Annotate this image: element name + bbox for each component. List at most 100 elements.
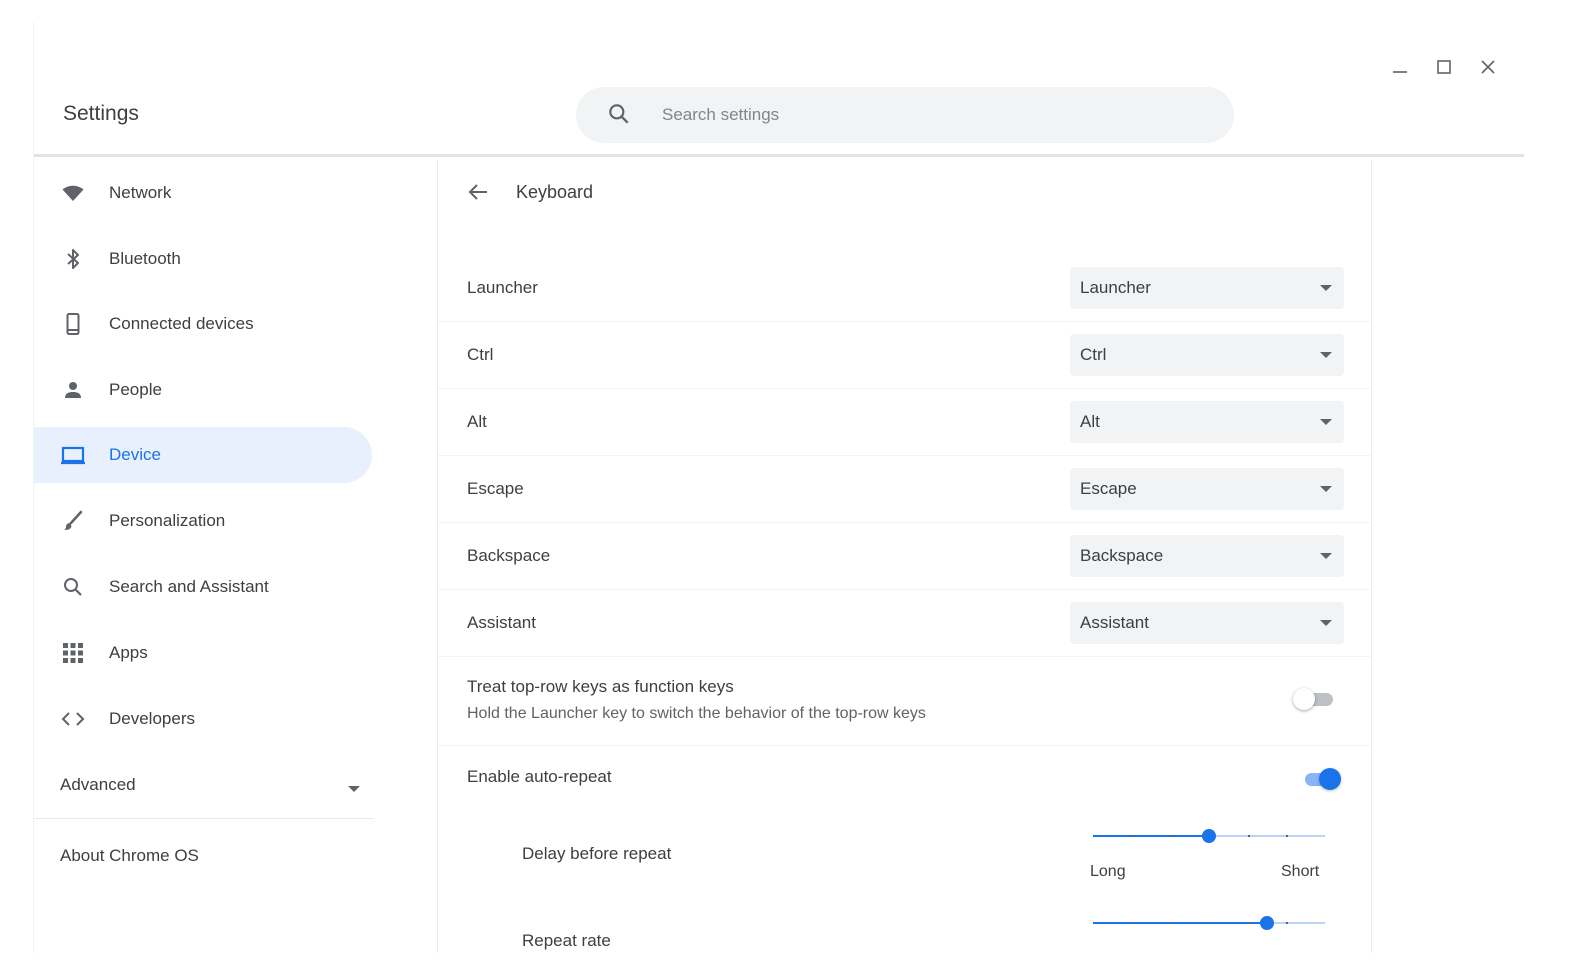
slider-tick	[1247, 922, 1250, 924]
setting-row-assistant: Assistant Assistant	[438, 590, 1372, 657]
sidebar-item-label: Search and Assistant	[109, 577, 269, 596]
sidebar-item-people[interactable]: People	[34, 362, 372, 418]
row-label: Assistant	[467, 613, 536, 632]
function-keys-toggle[interactable]	[1293, 687, 1337, 711]
minimize-icon	[1393, 71, 1407, 73]
toggle-knob	[1293, 688, 1315, 710]
assistant-select[interactable]: Assistant	[1070, 602, 1344, 644]
select-value: Backspace	[1080, 546, 1164, 565]
sidebar-item-label: Developers	[109, 709, 195, 728]
slider-thumb[interactable]	[1260, 916, 1274, 930]
slider-thumb[interactable]	[1202, 829, 1216, 843]
settings-window: Settings Network Bluetooth Connected d	[33, 22, 1524, 953]
advanced-toggle[interactable]: Advanced	[60, 770, 360, 800]
row-label: Launcher	[467, 278, 538, 297]
alt-select[interactable]: Alt	[1070, 401, 1344, 443]
backspace-select[interactable]: Backspace	[1070, 535, 1344, 577]
brush-icon	[60, 508, 86, 534]
window-controls	[1378, 50, 1510, 84]
auto-repeat-toggle[interactable]	[1299, 767, 1343, 791]
sidebar-item-label: Bluetooth	[109, 249, 181, 268]
row-label: Enable auto-repeat	[467, 767, 612, 786]
repeat-rate-label: Repeat rate	[522, 931, 611, 950]
dropdown-arrow-icon	[1320, 285, 1332, 291]
row-sublabel: Hold the Launcher key to switch the beha…	[467, 705, 926, 722]
back-arrow-icon	[468, 184, 487, 200]
app-title: Settings	[63, 102, 139, 125]
wifi-icon	[60, 180, 86, 206]
select-value: Launcher	[1080, 278, 1151, 297]
select-value: Escape	[1080, 479, 1137, 498]
setting-row-launcher: Launcher Launcher	[438, 255, 1372, 322]
launcher-select[interactable]: Launcher	[1070, 267, 1344, 309]
sidebar-item-developers[interactable]: Developers	[34, 691, 372, 747]
search-icon	[606, 101, 632, 132]
sidebar-item-connected-devices[interactable]: Connected devices	[34, 296, 372, 352]
apps-grid-icon	[60, 640, 86, 666]
sidebar-item-network[interactable]: Network	[34, 165, 372, 221]
laptop-icon	[60, 442, 86, 468]
sidebar-item-label: Device	[109, 445, 161, 464]
slider-tick	[1131, 922, 1134, 924]
sidebar-item-label: Apps	[109, 643, 148, 662]
dropdown-arrow-icon	[1320, 352, 1332, 358]
delay-label: Delay before repeat	[522, 844, 672, 863]
caret-down-icon	[348, 780, 360, 798]
search-icon	[60, 574, 86, 600]
slider-tick	[1247, 835, 1250, 837]
delay-max-label: Short	[1281, 863, 1320, 880]
maximize-button[interactable]	[1422, 50, 1466, 84]
sidebar-item-device[interactable]: Device	[34, 427, 372, 483]
setting-row-backspace: Backspace Backspace	[438, 523, 1372, 590]
search-input[interactable]	[662, 87, 1182, 143]
row-label: Escape	[467, 479, 524, 498]
select-value: Alt	[1080, 412, 1100, 431]
sidebar-item-label: People	[109, 380, 162, 399]
dropdown-arrow-icon	[1320, 419, 1332, 425]
ctrl-select[interactable]: Ctrl	[1070, 334, 1344, 376]
slider-tick	[1286, 835, 1289, 837]
setting-row-function-keys: Treat top-row keys as function keys Hold…	[438, 657, 1372, 746]
back-button[interactable]	[464, 178, 492, 206]
dropdown-arrow-icon	[1320, 486, 1332, 492]
person-icon	[60, 377, 86, 403]
row-label: Backspace	[467, 546, 551, 565]
sidebar-item-search-and-assistant[interactable]: Search and Assistant	[34, 559, 372, 615]
slider-fill	[1093, 922, 1267, 924]
close-button[interactable]	[1466, 50, 1510, 84]
delay-slider[interactable]	[1093, 826, 1325, 846]
delay-min-label: Long	[1090, 863, 1126, 880]
slider-tick	[1170, 922, 1173, 924]
toggle-knob	[1319, 768, 1341, 790]
sidebar-item-personalization[interactable]: Personalization	[34, 493, 372, 549]
bluetooth-icon	[60, 246, 86, 272]
search-bar[interactable]	[576, 87, 1234, 143]
minimize-button[interactable]	[1378, 50, 1422, 84]
page-title: Keyboard	[516, 182, 594, 202]
slider-fill	[1093, 835, 1209, 837]
select-value: Assistant	[1080, 613, 1149, 632]
setting-row-escape: Escape Escape	[438, 456, 1372, 523]
advanced-label: Advanced	[60, 775, 136, 794]
main-panel: Keyboard Launcher Launcher Ctrl Ctrl Alt…	[438, 160, 1372, 953]
sidebar-divider	[34, 818, 374, 819]
maximize-icon	[1437, 60, 1451, 74]
sidebar: Network Bluetooth Connected devices Peop…	[34, 160, 438, 953]
sidebar-item-apps[interactable]: Apps	[34, 625, 372, 681]
about-chrome-os-link[interactable]: About Chrome OS	[60, 846, 199, 866]
dropdown-arrow-icon	[1320, 620, 1332, 626]
escape-select[interactable]: Escape	[1070, 468, 1344, 510]
sidebar-item-bluetooth[interactable]: Bluetooth	[34, 231, 372, 287]
phone-icon	[60, 311, 86, 337]
setting-row-alt: Alt Alt	[438, 389, 1372, 456]
slider-tick	[1286, 922, 1289, 924]
row-label: Alt	[467, 412, 487, 431]
close-icon	[1481, 60, 1495, 74]
repeat-rate-slider[interactable]	[1093, 913, 1325, 933]
row-label: Ctrl	[467, 345, 494, 364]
slider-tick	[1209, 922, 1211, 924]
header: Settings	[34, 82, 1524, 157]
dropdown-arrow-icon	[1320, 553, 1332, 559]
sidebar-item-label: Personalization	[109, 511, 226, 530]
sidebar-item-label: Connected devices	[109, 314, 254, 333]
